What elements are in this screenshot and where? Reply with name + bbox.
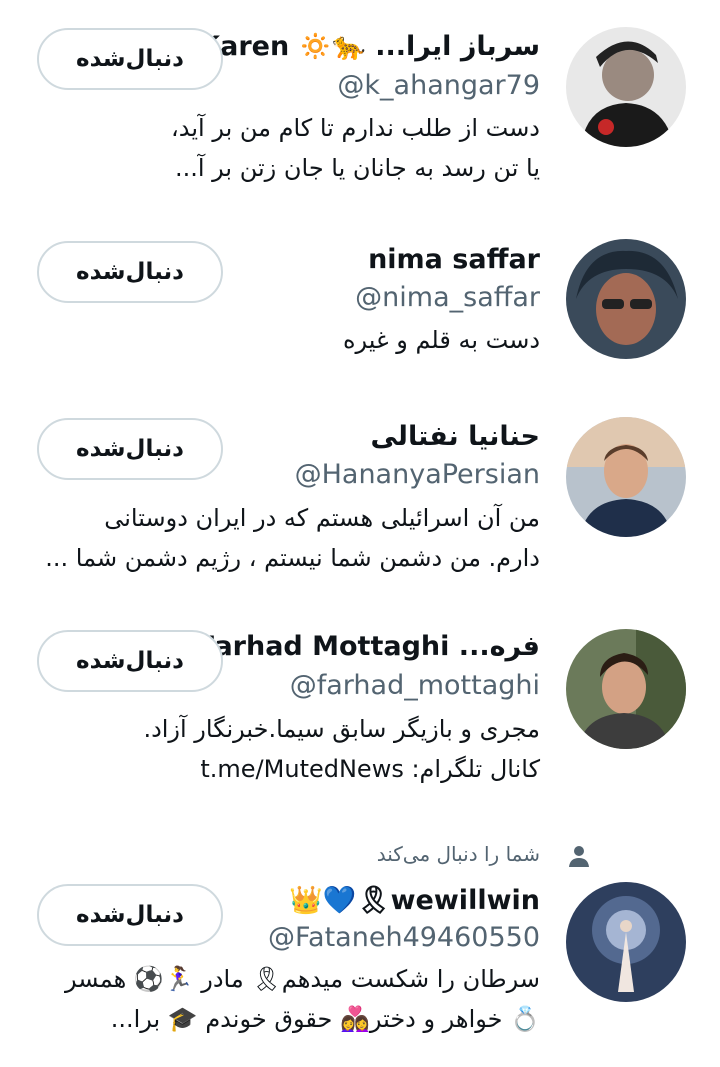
person-icon (569, 846, 589, 867)
display-name: حنانیا نفتالی (370, 421, 540, 452)
follows-you-label: شما را دنبال می‌کند (376, 842, 540, 866)
display-name: فره... Farhad Mottaghi (197, 631, 540, 662)
avatar[interactable] (566, 417, 686, 537)
following-button[interactable]: دنبال‌شده (37, 418, 223, 480)
avatar[interactable] (566, 882, 686, 1002)
user-handle: @HananyaPersian (294, 459, 540, 490)
bio-line: سرطان را شکست میدهم🎗 مادر 🏃‍♀️⚽ همسر (65, 965, 540, 993)
user-handle: @k_ahangar79 (337, 70, 540, 101)
display-name: nima saffar (368, 244, 540, 275)
user-row[interactable]: حنانیا نفتالی @HananyaPersian من آن اسرا… (0, 405, 720, 615)
user-row[interactable]: nima saffar @nima_saffar دست به قلم و غی… (0, 210, 720, 405)
bio-line: من آن اسرائیلی هستم که در ایران دوستانی (104, 504, 540, 532)
user-bio: دست از طلب ندارم تا کام من بر آید، یا تن… (171, 108, 540, 188)
user-handle: @Fataneh49460550 (268, 922, 540, 953)
user-row[interactable]: شما را دنبال می‌کند wewillwin🎗💙👑 @Fatane… (0, 820, 720, 1067)
display-name: سرباز ایرا... 🐆🔅 Karen (199, 31, 540, 62)
bio-line: دست از طلب ندارم تا کام من بر آید، (171, 114, 540, 142)
user-handle: @nima_saffar (355, 282, 540, 313)
avatar[interactable] (566, 629, 686, 749)
user-bio: من آن اسرائیلی هستم که در ایران دوستانی … (45, 498, 540, 578)
following-button[interactable]: دنبال‌شده (37, 241, 223, 303)
user-bio: سرطان را شکست میدهم🎗 مادر 🏃‍♀️⚽ همسر 💍 خ… (65, 959, 540, 1039)
user-bio: مجری و بازیگر سابق سیما.خبرنگار آزاد. کا… (143, 709, 540, 789)
bio-line: دست به قلم و غیره (342, 326, 540, 354)
bio-line: دارم. من دشمن شما نیستم ، رژیم دشمن شما … (45, 544, 540, 572)
avatar[interactable] (566, 239, 686, 359)
bio-line: مجری و بازیگر سابق سیما.خبرنگار آزاد. (143, 715, 540, 743)
user-row[interactable]: فره... Farhad Mottaghi @farhad_mottaghi … (0, 615, 720, 820)
user-row[interactable]: سرباز ایرا... 🐆🔅 Karen @k_ahangar79 دست … (0, 0, 720, 210)
following-button[interactable]: دنبال‌شده (37, 28, 223, 90)
bio-line: یا تن رسد به جانان یا جان زتن بر آ... (175, 154, 540, 182)
user-bio: دست به قلم و غیره (343, 320, 540, 360)
bio-line: کانال تلگرام: t.me/MutedNews (200, 755, 540, 783)
avatar[interactable] (566, 27, 686, 147)
bio-line: 💍 خواهر و دختر👩‍❤️‍👩 حقوق خوندم 🎓 برا... (110, 1005, 540, 1033)
following-button[interactable]: دنبال‌شده (37, 884, 223, 946)
following-button[interactable]: دنبال‌شده (37, 630, 223, 692)
user-handle: @farhad_mottaghi (289, 670, 540, 701)
display-name: wewillwin🎗💙👑 (289, 885, 540, 916)
